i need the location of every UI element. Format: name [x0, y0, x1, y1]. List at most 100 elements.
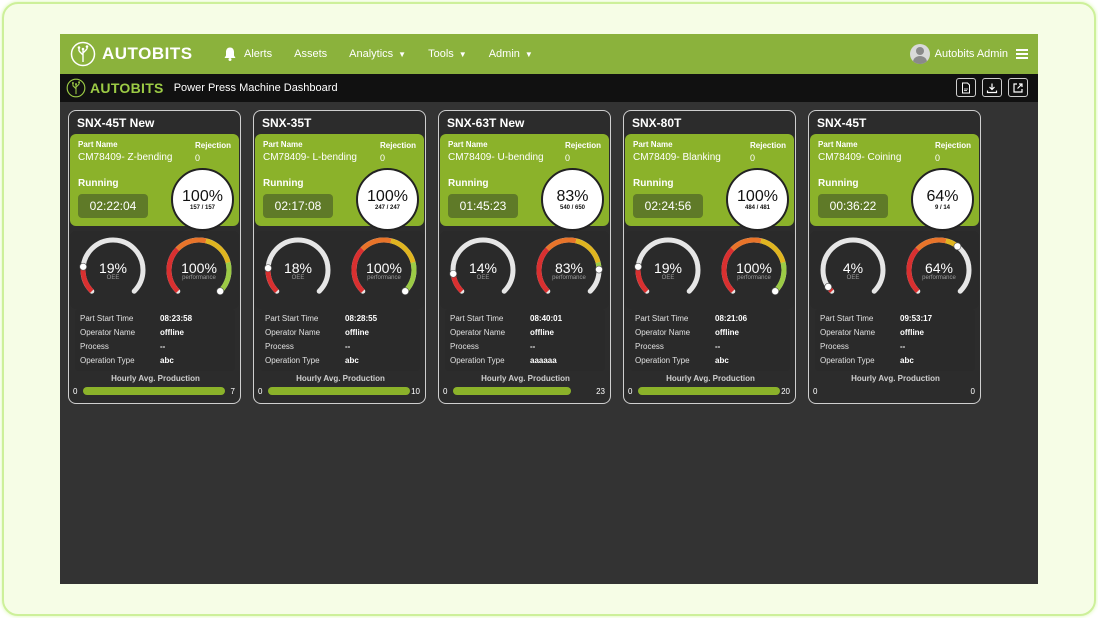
- oee-caption: OEE: [846, 275, 860, 281]
- nav-alerts[interactable]: Alerts: [222, 46, 272, 62]
- production-count: 100% 247 / 247: [356, 168, 419, 231]
- nav-admin[interactable]: Admin ▼: [489, 48, 533, 60]
- count-fraction: 540 / 650: [559, 205, 586, 211]
- oee-gauge: 19% OEE: [629, 235, 707, 305]
- info-key: Operation Type: [635, 356, 690, 365]
- hourly-max: 23: [596, 387, 605, 396]
- hourly-production-bar: [268, 387, 410, 395]
- nav-tools[interactable]: Tools ▼: [428, 48, 467, 60]
- download-button[interactable]: [982, 78, 1002, 97]
- sub-brand: AUTOBITS: [66, 78, 164, 98]
- info-key: Part Start Time: [80, 314, 134, 323]
- tree-logo-icon: [70, 41, 96, 67]
- performance-value: 100%: [181, 260, 217, 276]
- oee-value: 14%: [468, 260, 498, 276]
- oee-gauge: 14% OEE: [444, 235, 522, 305]
- run-timer: 02:22:04: [78, 194, 148, 218]
- rejection-value: 0: [565, 153, 571, 163]
- info-row: Operation Type abc: [265, 356, 415, 365]
- machine-card[interactable]: SNX-35T Part Name Rejection CM78409- L-b…: [253, 110, 426, 404]
- hourly-production-label: Hourly Avg. Production: [851, 374, 940, 383]
- open-external-button[interactable]: [1008, 78, 1028, 97]
- performance-gauge: 100% performance: [160, 235, 238, 305]
- hourly-production-label: Hourly Avg. Production: [111, 374, 200, 383]
- info-row: Operator Name offline: [80, 328, 230, 337]
- info-row: Process --: [635, 342, 785, 351]
- nav-analytics[interactable]: Analytics ▼: [349, 48, 406, 60]
- part-panel: Part Name Rejection CM78409- Coining 0 R…: [810, 134, 979, 231]
- external-link-icon: [1013, 82, 1023, 93]
- info-row: Operation Type aaaaaa: [450, 356, 600, 365]
- oee-value: 18%: [283, 260, 313, 276]
- machine-card[interactable]: SNX-80T Part Name Rejection CM78409- Bla…: [623, 110, 796, 404]
- performance-caption: performance: [367, 275, 401, 281]
- machine-name: SNX-45T New: [77, 116, 155, 130]
- info-row: Operation Type abc: [820, 356, 970, 365]
- process-value: --: [530, 342, 536, 351]
- hamburger-menu-icon[interactable]: [1016, 49, 1028, 59]
- brand[interactable]: AUTOBITS: [70, 41, 210, 67]
- status-label: Running: [78, 178, 119, 189]
- hourly-min: 0: [443, 387, 448, 396]
- nav-admin-label: Admin: [488, 48, 520, 60]
- gauges-panel: 19% OEE 100% performance: [70, 231, 239, 309]
- part-start-time: 08:40:01: [530, 314, 563, 323]
- machine-name: SNX-45T: [817, 116, 867, 130]
- gauge-fill-segment: [175, 237, 207, 251]
- info-row: Operator Name offline: [450, 328, 600, 337]
- part-name-value: CM78409- Z-bending: [78, 152, 173, 163]
- production-count: 83% 540 / 650: [541, 168, 604, 231]
- performance-gauge: 83% performance: [530, 235, 608, 305]
- info-key: Process: [820, 342, 849, 351]
- run-timer: 00:36:22: [818, 194, 888, 218]
- hourly-production-fill: [638, 387, 780, 395]
- part-name-label: Part Name: [263, 140, 303, 149]
- hourly-max: 7: [230, 387, 235, 396]
- hourly-production-label: Hourly Avg. Production: [481, 374, 570, 383]
- info-key: Part Start Time: [820, 314, 874, 323]
- gauges-panel: 19% OEE 100% performance: [625, 231, 794, 309]
- count-fraction: 157 / 157: [189, 205, 216, 211]
- nav-assets[interactable]: Assets: [294, 48, 327, 60]
- user-menu[interactable]: Autobits Admin: [909, 34, 1028, 74]
- performance-gauge: 64% performance: [900, 235, 978, 305]
- status-label: Running: [448, 178, 489, 189]
- rejection-label: Rejection: [380, 141, 417, 150]
- machine-card[interactable]: SNX-45T New Part Name Rejection CM78409-…: [68, 110, 241, 404]
- chevron-down-icon: ▼: [458, 49, 467, 59]
- oee-gauge: 18% OEE: [259, 235, 337, 305]
- info-row: Process --: [820, 342, 970, 351]
- part-panel: Part Name Rejection CM78409- L-bending 0…: [255, 134, 424, 231]
- info-key: Operation Type: [80, 356, 135, 365]
- info-row: Operation Type abc: [80, 356, 230, 365]
- oee-caption: OEE: [476, 275, 490, 281]
- machine-card[interactable]: SNX-45T Part Name Rejection CM78409- Coi…: [808, 110, 981, 404]
- machine-card[interactable]: SNX-63T New Part Name Rejection CM78409-…: [438, 110, 611, 404]
- hourly-production-fill: [268, 387, 410, 395]
- info-row: Process --: [265, 342, 415, 351]
- info-key: Process: [450, 342, 479, 351]
- app-window: AUTOBITS Alerts Assets Analytics ▼ Tools…: [60, 34, 1038, 584]
- rejection-label: Rejection: [195, 141, 232, 150]
- nav-assets-label: Assets: [294, 48, 328, 60]
- status-label: Running: [633, 178, 674, 189]
- user-name: Autobits Admin: [934, 48, 1008, 60]
- run-timer: 02:24:56: [633, 194, 703, 218]
- chevron-down-icon: ▼: [398, 49, 407, 59]
- oee-value: 19%: [98, 260, 128, 276]
- brand-name: AUTOBITS: [102, 44, 193, 63]
- part-name-value: CM78409- U-bending: [448, 152, 544, 163]
- performance-caption: performance: [922, 275, 956, 281]
- count-percent: 100%: [367, 188, 408, 205]
- export-pdf-button[interactable]: [956, 78, 976, 97]
- info-row: Part Start Time 08:23:58: [80, 314, 230, 323]
- performance-value: 64%: [924, 260, 954, 276]
- performance-value: 83%: [554, 260, 584, 276]
- machine-name: SNX-35T: [262, 116, 312, 130]
- gauge-fill-segment: [915, 237, 947, 251]
- part-start-time: 08:23:58: [160, 314, 193, 323]
- info-row: Process --: [450, 342, 600, 351]
- oee-gauge: 4% OEE: [814, 235, 892, 305]
- process-value: --: [345, 342, 351, 351]
- top-navigation: AUTOBITS Alerts Assets Analytics ▼ Tools…: [60, 34, 1038, 74]
